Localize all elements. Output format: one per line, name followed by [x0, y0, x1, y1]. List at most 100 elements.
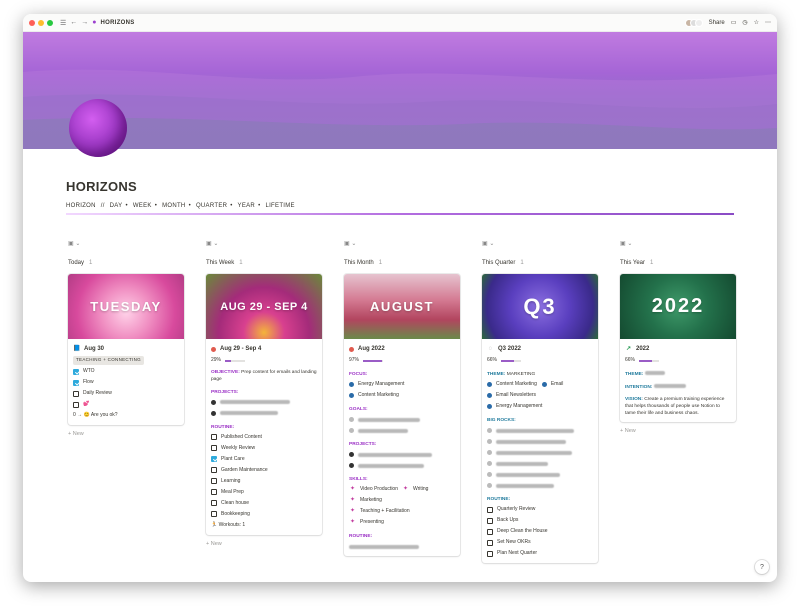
checkbox[interactable]	[211, 511, 217, 518]
close-window-button[interactable]	[29, 19, 35, 26]
routine-item: Bookkeeping	[221, 510, 250, 517]
column-heading: This Month	[344, 260, 374, 266]
blurred-theme	[644, 371, 665, 375]
page-icon-moon[interactable]	[69, 99, 127, 157]
board-view-icon[interactable]: ▣ ⌄	[68, 240, 184, 250]
app-window: ☰ ← → ● HORIZONS Share ▭ ◷ ☆ ⋯ HORIZONS …	[23, 14, 777, 582]
progress-bar	[225, 359, 246, 362]
routine-item: Set New OKRs	[497, 538, 531, 545]
theme-label: THEME:	[487, 372, 506, 377]
page-title[interactable]: HORIZONS	[66, 179, 137, 194]
blurred-intention	[653, 384, 686, 388]
checkbox[interactable]	[211, 500, 217, 507]
chart-up-icon: ↗	[625, 346, 632, 352]
focus-item: Energy Management	[358, 380, 405, 387]
card-cover: AUGUST	[344, 274, 460, 339]
blurred-goal	[358, 417, 420, 422]
theme-icon	[487, 393, 492, 398]
avatar	[694, 18, 703, 27]
nav-link-month[interactable]: MONTH	[162, 203, 186, 209]
rock-icon	[487, 483, 492, 488]
column-this-year: ▣ ⌄ This Year 1 2022 ↗ 2022 66% THEME: INT…	[620, 240, 736, 434]
cover-text: AUGUST	[370, 299, 434, 314]
column-today: ▣ ⌄ Today 1 TUESDAY 📘 Aug 30 TEACHING + CO…	[68, 240, 184, 437]
checkbox[interactable]	[211, 456, 217, 463]
cover-text: AUG 29 - SEP 4	[220, 300, 308, 313]
blurred-rock	[496, 461, 548, 466]
checkbox[interactable]	[487, 506, 493, 513]
nav-link-week[interactable]: WEEK	[133, 203, 152, 209]
card-footer: 0 → 😊 Are you ok?	[73, 411, 118, 418]
board-card[interactable]: AUGUST Aug 2022 97% FOCUS: Energy Manage…	[344, 274, 460, 556]
checkbox[interactable]	[211, 489, 217, 496]
nav-link-lifetime[interactable]: LIFETIME	[265, 203, 294, 209]
routine-item: Clean house	[221, 499, 250, 506]
share-button[interactable]: Share	[709, 20, 725, 26]
card-cover: TUESDAY	[68, 274, 184, 339]
board-view-icon[interactable]: ▣ ⌄	[482, 240, 598, 250]
minimize-window-button[interactable]	[38, 19, 44, 26]
checkbox[interactable]	[73, 379, 79, 386]
checkbox[interactable]	[73, 401, 79, 408]
updates-clock-icon[interactable]: ◷	[742, 19, 747, 26]
checkbox[interactable]	[487, 528, 493, 535]
checkbox[interactable]	[73, 390, 79, 397]
board-card[interactable]: TUESDAY 📘 Aug 30 TEACHING + CONNECTING WT…	[68, 274, 184, 425]
theme-item: Content Marketing	[496, 380, 537, 387]
skill-item: Writing	[413, 485, 429, 492]
card-cover: Q3	[482, 274, 598, 339]
back-arrow-icon[interactable]: ←	[70, 19, 77, 26]
rock-icon	[487, 461, 492, 466]
add-new-button[interactable]: + New	[68, 431, 184, 437]
sidebar-toggle-icon[interactable]: ☰	[60, 19, 66, 27]
collaborator-avatars[interactable]	[684, 18, 703, 27]
projects-label: PROJECTS:	[349, 442, 377, 447]
help-button[interactable]: ?	[755, 560, 769, 574]
skill-icon: ✦	[349, 486, 356, 492]
routine-label: ROUTINE:	[211, 424, 235, 430]
board-card[interactable]: AUG 29 - SEP 4 Aug 29 - Sep 4 29% OBJECT…	[206, 274, 322, 535]
checkbox[interactable]	[211, 478, 217, 485]
skill-item: Presenting	[360, 518, 384, 525]
horizon-nav: HORIZON // DAY • WEEK • MONTH • QUARTER • YE…	[66, 203, 295, 209]
checkbox[interactable]	[487, 539, 493, 546]
checkbox[interactable]	[487, 517, 493, 524]
page-icon: ●	[92, 19, 97, 26]
focus-icon	[349, 382, 354, 387]
routine-item: Published Content	[221, 433, 262, 440]
more-options-icon[interactable]: ⋯	[765, 19, 771, 26]
checkbox[interactable]	[211, 445, 217, 452]
progress-label: 66%	[625, 356, 636, 363]
add-new-button[interactable]: + New	[620, 428, 736, 434]
board-card[interactable]: Q3 ◌ Q3 2022 66% THEME: MARKETING Content…	[482, 274, 598, 563]
checkbox[interactable]	[73, 368, 79, 375]
checklist-label: 💕	[83, 400, 90, 407]
board-card[interactable]: 2022 ↗ 2022 66% THEME: INTENTION: VISION:…	[620, 274, 736, 422]
breadcrumb-title[interactable]: HORIZONS	[101, 20, 135, 26]
column-heading: This Week	[206, 260, 235, 266]
comments-icon[interactable]: ▭	[731, 19, 737, 26]
progress-fill	[501, 359, 515, 362]
nav-link-day[interactable]: DAY	[110, 203, 123, 209]
skill-icon: ✦	[349, 508, 356, 514]
skill-icon: ✦	[349, 519, 356, 525]
checkbox[interactable]	[211, 467, 217, 474]
maximize-window-button[interactable]	[47, 19, 53, 26]
nav-link-year[interactable]: YEAR	[238, 203, 256, 209]
board-view-icon[interactable]: ▣ ⌄	[344, 240, 460, 250]
favorite-star-icon[interactable]: ☆	[754, 19, 759, 26]
forward-arrow-icon[interactable]: →	[81, 19, 88, 26]
calendar-dot-icon	[349, 347, 354, 352]
nav-link-quarter[interactable]: QUARTER	[196, 203, 227, 209]
routine-item: Plant Care	[221, 455, 245, 462]
theme-item: Email	[550, 380, 564, 387]
checkbox[interactable]	[211, 434, 217, 441]
card-cover: 2022	[620, 274, 736, 339]
checkbox[interactable]	[487, 550, 493, 557]
add-new-button[interactable]: + New	[206, 541, 322, 547]
theme-label: THEME:	[625, 372, 644, 377]
progress-label: 66%	[487, 356, 498, 363]
board-view-icon[interactable]: ▣ ⌄	[206, 240, 322, 250]
status-tag: TEACHING + CONNECTING	[73, 356, 144, 365]
board-view-icon[interactable]: ▣ ⌄	[620, 240, 736, 250]
